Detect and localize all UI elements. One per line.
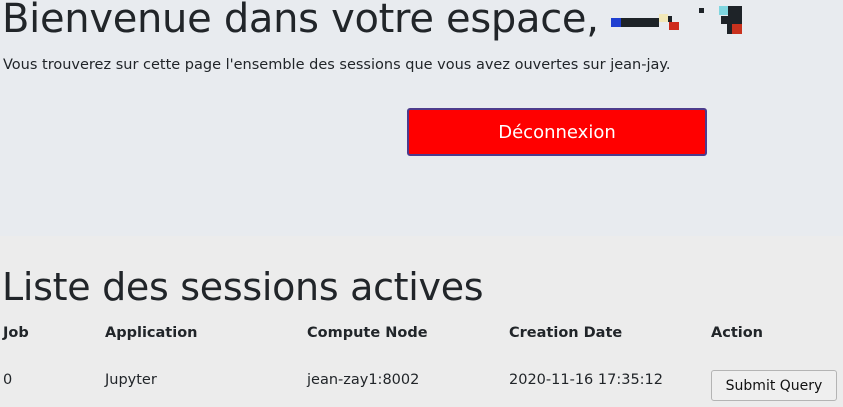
column-header-creation-date: Creation Date — [509, 325, 623, 341]
welcome-text: Bienvenue dans votre espace, — [2, 0, 599, 42]
cell-compute-node: jean-zay1:8002 — [307, 372, 420, 388]
column-header-action: Action — [711, 325, 764, 341]
cell-job: 0 — [3, 372, 13, 388]
sessions-title: Liste des sessions actives — [2, 265, 484, 309]
column-header-application: Application — [105, 325, 198, 341]
cell-application: Jupyter — [105, 372, 157, 388]
logout-button[interactable]: Déconnexion — [407, 108, 707, 156]
column-header-job: Job — [3, 325, 29, 341]
welcome-panel: Bienvenue dans votre espace, Vous trouve… — [0, 0, 843, 236]
cell-creation-date: 2020-11-16 17:35:12 — [509, 372, 663, 388]
column-header-compute-node: Compute Node — [307, 325, 428, 341]
welcome-heading: Bienvenue dans votre espace, — [2, 0, 759, 42]
submit-query-button[interactable]: Submit Query — [711, 370, 837, 401]
redacted-username — [609, 4, 759, 38]
intro-text: Vous trouverez sur cette page l'ensemble… — [3, 57, 671, 73]
